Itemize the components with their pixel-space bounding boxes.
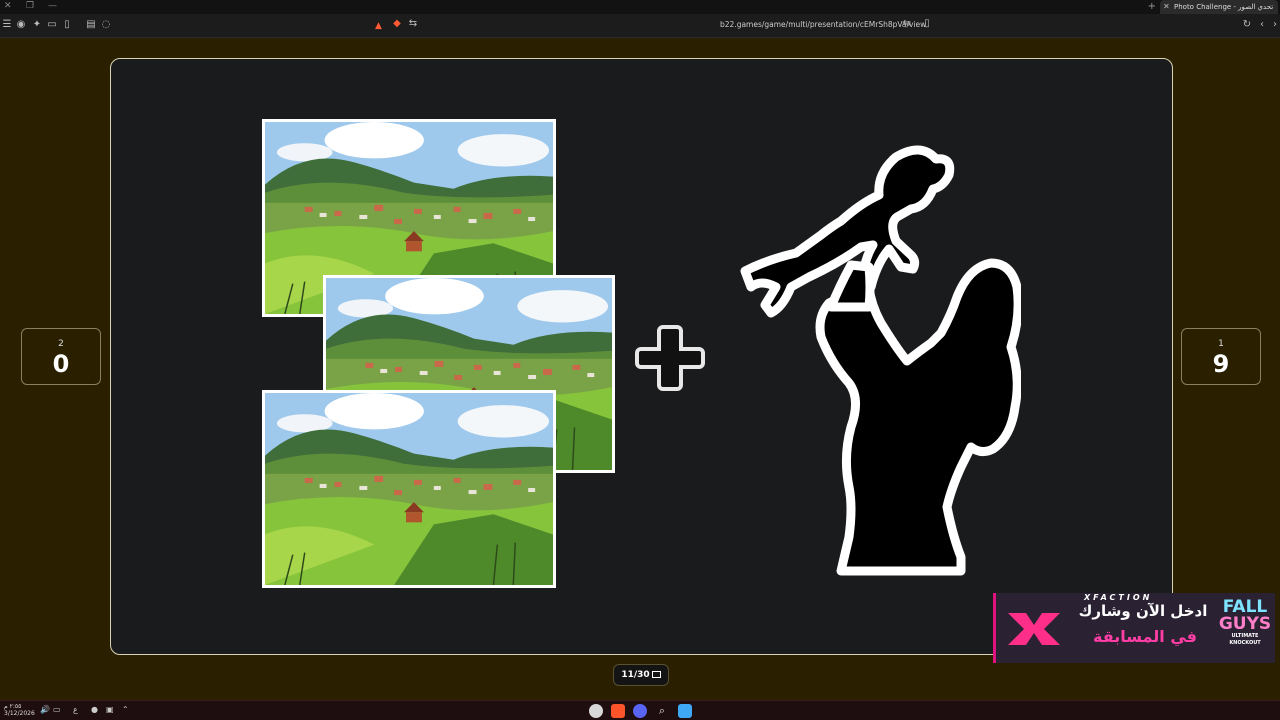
browser-toolbar: ☰ ◉ ✦ ▭ ▯ ▤ ◌ ▲ ◆ ⇆ b22.games/game/multi… (0, 14, 1280, 38)
reader-icon[interactable]: ▤ (84, 18, 98, 32)
team-number: 2 (58, 339, 64, 349)
network-icon[interactable]: ▭ (53, 705, 61, 714)
chrome-icon[interactable] (589, 704, 603, 718)
location-icon[interactable]: ◉ (14, 18, 28, 32)
bookmark-icon[interactable]: ▯ (920, 17, 934, 31)
site-info-icon[interactable]: ⇆ (406, 17, 420, 31)
address-bar[interactable]: ▲ ◆ ⇆ b22.games/game/multi/presentation/… (370, 17, 930, 35)
fall-guys-logo: FALL GUYS ULTIMATE KNOCKOUT (1216, 599, 1274, 647)
tab-title: Photo Challenge - تحدي الصور (1174, 3, 1274, 11)
app-tray-icon[interactable]: ▣ (106, 705, 114, 714)
ad-brand: XFACTION (1084, 593, 1153, 602)
team-number: 1 (1218, 339, 1224, 349)
menu-icon[interactable]: ☰ (0, 18, 14, 32)
windows-taskbar: ٢:٥٥ م 3/12/2026 🔊 ▭ ع ● ▣ ⌃ ⌕ (0, 700, 1280, 720)
back-icon[interactable]: ‹ (1255, 18, 1269, 32)
slide-counter[interactable]: 11/30 (613, 664, 669, 686)
close-window-icon[interactable]: ✕ (4, 1, 12, 11)
search-icon[interactable]: ⌕ (655, 704, 669, 718)
tab-close-icon[interactable]: ✕ (1163, 0, 1170, 14)
team-score: 9 (1212, 350, 1230, 378)
chat-icon[interactable]: ◌ (99, 18, 113, 32)
clock-time: ٢:٥٥ م (4, 703, 22, 710)
microphone-icon[interactable]: ● (91, 705, 98, 714)
sidebar-icon[interactable]: ▯ (60, 18, 74, 32)
ad-headline: ادخل الآن وشارك (1078, 602, 1208, 620)
plus-icon (635, 325, 705, 391)
ad-subheadline: في المسابقة (1093, 627, 1197, 646)
window-titlebar: ✕ ❐ — + ✕ Photo Challenge - تحدي الصور (0, 0, 1280, 14)
fall-guys-subtitle: ULTIMATE KNOCKOUT (1229, 633, 1261, 646)
mother-baby-silhouette-icon (740, 145, 1021, 576)
pin-icon[interactable]: ✦ (30, 18, 44, 32)
reload-icon[interactable]: ↻ (1240, 18, 1254, 32)
url-text: b22.games/game/multi/presentation/cEMrSh… (720, 20, 927, 29)
presentation-slide (110, 58, 1173, 655)
image-icon (651, 671, 661, 678)
brave-shield-icon[interactable]: ▲ (375, 21, 385, 31)
forward-icon[interactable]: › (1268, 18, 1280, 32)
score-box-left: 2 0 (21, 328, 101, 385)
translate-icon[interactable]: ⇋ (900, 17, 914, 31)
rewards-icon[interactable]: ◆ (390, 17, 404, 31)
slide-counter-text: 11/30 (621, 670, 650, 680)
landscape-image (265, 393, 553, 585)
browser-tab[interactable]: ✕ Photo Challenge - تحدي الصور (1160, 0, 1278, 14)
restore-window-icon[interactable]: ❐ (26, 1, 34, 11)
wallet-icon[interactable]: ▭ (45, 18, 59, 32)
team-score: 0 (52, 350, 70, 378)
language-indicator[interactable]: ع (73, 705, 78, 714)
discord-icon[interactable] (633, 704, 647, 718)
fall-guys-title-2: GUYS (1218, 614, 1272, 634)
score-box-right: 1 9 (1181, 328, 1261, 385)
windows-start-icon[interactable] (678, 704, 692, 718)
minimize-window-icon[interactable]: — (48, 1, 57, 11)
system-clock[interactable]: ٢:٥٥ م 3/12/2026 (4, 703, 35, 717)
volume-icon[interactable]: 🔊 (40, 705, 50, 714)
landscape-photo-3 (262, 390, 556, 588)
chevron-up-icon[interactable]: ⌃ (122, 705, 129, 714)
ad-banner[interactable]: XFACTION ادخل الآن وشارك في المسابقة FAL… (993, 593, 1275, 663)
new-tab-button[interactable]: + (1148, 0, 1156, 14)
clock-date: 3/12/2026 (4, 710, 35, 717)
brave-icon[interactable] (611, 704, 625, 718)
xfaction-logo-icon (1008, 613, 1060, 645)
